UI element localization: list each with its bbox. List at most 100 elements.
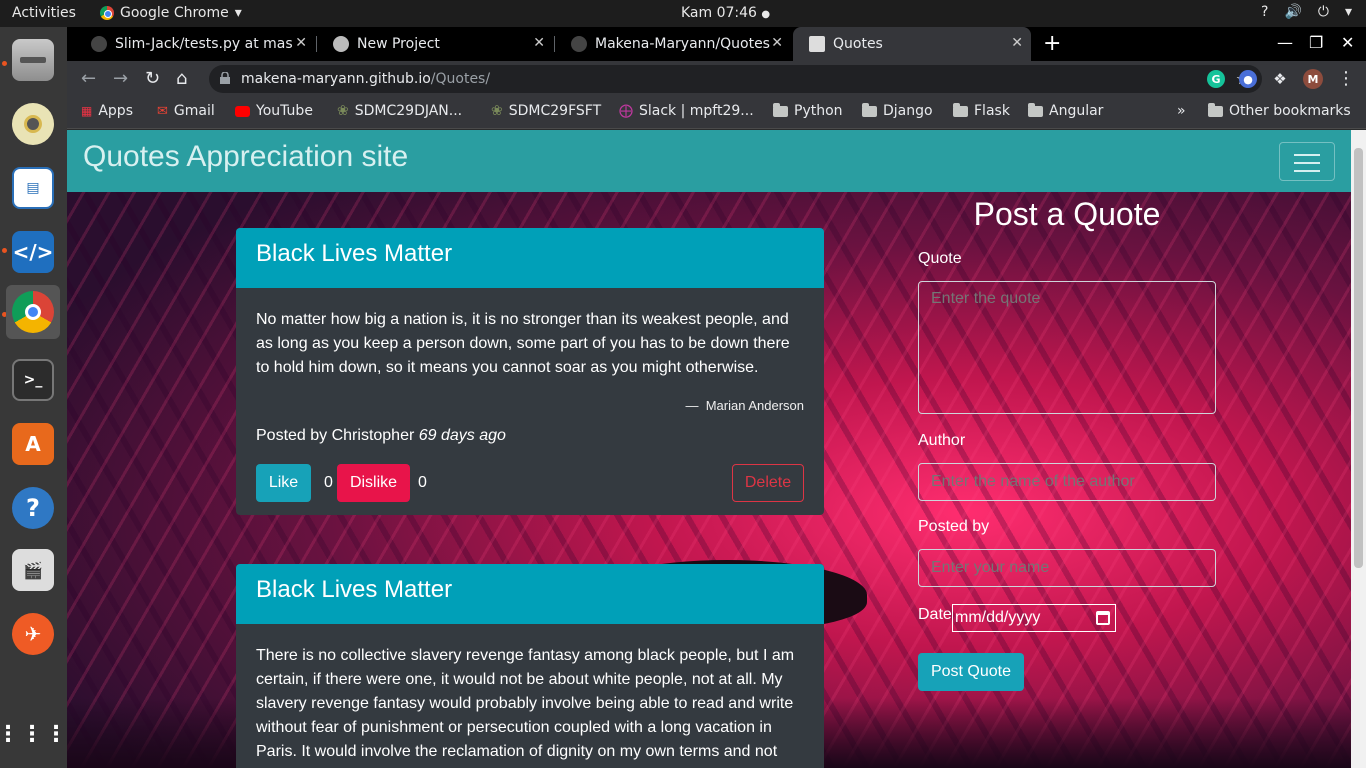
quote-text: No matter how big a nation is, it is no … (256, 311, 790, 376)
scrollbar-thumb[interactable] (1354, 148, 1363, 568)
delete-button[interactable]: Delete (732, 464, 804, 502)
dock-software[interactable]: A (6, 417, 60, 471)
chevron-down-icon: ▾ (234, 5, 242, 21)
author-name: Marian Anderson (705, 398, 804, 413)
volume-icon: 🔊 (1284, 4, 1302, 20)
puzzle-icon[interactable]: ❖ (1271, 70, 1289, 88)
posted-ago: 69 days ago (418, 427, 506, 444)
quote-body: There is no collective slavery revenge f… (236, 624, 824, 768)
page-scrollbar[interactable] (1351, 130, 1366, 768)
tab-title: Slim-Jack/tests.py at mast (115, 36, 293, 52)
site-brand[interactable]: Quotes Appreciation site (83, 140, 408, 174)
quote-meta: Posted by Christopher 69 days ago (256, 424, 804, 448)
bookmark-sdmc29fsft[interactable]: ❀ SDMC29FSFT (491, 103, 601, 119)
bookmark-label: Gmail (173, 103, 215, 119)
address-bar[interactable]: makena-maryann.github.io/Quotes/ ☆ (209, 65, 1262, 93)
tab-new-project[interactable]: New Project ✕ (317, 27, 553, 61)
close-icon[interactable]: ✕ (533, 35, 545, 51)
date-input[interactable]: mm/dd/yyyy (952, 604, 1116, 632)
folder-icon (1028, 102, 1043, 117)
quote-textarea[interactable] (918, 281, 1216, 414)
bookmark-slack[interactable]: ⨁ Slack | mpft29... (619, 103, 754, 119)
dock: ▤ </> >_ A ? 🎬 ✈ ⋮⋮⋮ (0, 27, 67, 768)
bookmarks-overflow-button[interactable]: » (1177, 103, 1186, 119)
bookmark-folder-flask[interactable]: Flask (953, 102, 1010, 119)
tab-title: Makena-Maryann/Quotes (595, 36, 770, 52)
posted-by-input[interactable] (918, 549, 1216, 587)
minimize-button[interactable]: — (1277, 33, 1293, 52)
author-input[interactable] (918, 463, 1216, 501)
youtube-icon (235, 105, 250, 117)
new-tab-button[interactable]: + (1043, 31, 1061, 56)
maximize-button[interactable]: ❐ (1309, 33, 1323, 52)
browser-toolbar: ← → ↻ ⌂ makena-maryann.github.io/Quotes/… (67, 61, 1366, 97)
bookmark-youtube[interactable]: YouTube (235, 103, 313, 119)
bookmark-folder-django[interactable]: Django (862, 102, 933, 119)
clock-text: Kam 07:46 (681, 5, 757, 21)
hamburger-icon (1294, 170, 1320, 172)
dock-vscode[interactable]: </> (6, 225, 60, 279)
tab-makena-quotes[interactable]: Makena-Maryann/Quotes ✕ (555, 27, 791, 61)
back-button[interactable]: ← (81, 68, 96, 89)
posted-by: Posted by Christopher (256, 427, 415, 444)
app-menu[interactable]: Google Chrome ▾ (100, 5, 242, 21)
tab-slim-jack[interactable]: Slim-Jack/tests.py at mast ✕ (75, 27, 315, 61)
bookmark-apps[interactable]: ▦ Apps (81, 103, 133, 119)
bookmark-sdmc29djan[interactable]: ❀ SDMC29DJAN... (337, 103, 462, 119)
apps-grid-icon: ▦ (81, 104, 93, 118)
bookmark-folder-python[interactable]: Python (773, 102, 843, 119)
bookmark-label: Slack | mpft29... (639, 103, 754, 119)
grammarly-icon[interactable]: G (1207, 70, 1225, 88)
dock-chrome[interactable] (6, 285, 60, 339)
dock-terminal[interactable]: >_ (6, 353, 60, 407)
dock-postman[interactable]: ✈ (6, 607, 60, 661)
angular-icon (809, 36, 825, 52)
cite-dash: — (685, 398, 699, 413)
folder-icon (773, 102, 788, 117)
dock-writer[interactable]: ▤ (6, 161, 60, 215)
post-quote-button[interactable]: Post Quote (918, 653, 1024, 691)
folder-icon (1208, 102, 1223, 117)
author-label: Author (918, 432, 966, 449)
clock[interactable]: Kam 07:46 ● (681, 5, 770, 21)
activities-button[interactable]: Activities (12, 5, 76, 21)
navbar-toggle-button[interactable] (1279, 142, 1335, 181)
extension-icon[interactable]: ● (1239, 70, 1257, 88)
like-count: 0 (324, 474, 333, 491)
close-icon[interactable]: ✕ (1011, 35, 1023, 51)
quote-body: No matter how big a nation is, it is no … (236, 288, 824, 515)
bookmark-folder-angular[interactable]: Angular (1028, 102, 1104, 119)
apps-grid-icon: ⋮⋮⋮ (0, 721, 69, 747)
postman-icon: ✈ (12, 613, 54, 655)
system-tray[interactable]: ? 🔊 ⏻ ▾ (1261, 4, 1352, 20)
dock-video-editor[interactable]: 🎬 (6, 543, 60, 597)
app-name: Google Chrome (120, 5, 229, 21)
vscode-icon: </> (12, 231, 54, 273)
profile-avatar[interactable]: M (1303, 69, 1323, 89)
close-window-button[interactable]: ✕ (1341, 33, 1354, 52)
close-icon[interactable]: ✕ (771, 35, 783, 51)
menu-kebab-icon[interactable]: ⋮ (1337, 68, 1355, 89)
clapperboard-icon: 🎬 (12, 549, 54, 591)
lock-icon (220, 72, 230, 84)
quote-label: Quote (918, 250, 962, 267)
home-button[interactable]: ⌂ (176, 68, 187, 89)
like-button[interactable]: Like (256, 464, 311, 502)
dislike-button[interactable]: Dislike (337, 464, 410, 502)
bookmark-label: Angular (1049, 103, 1104, 119)
other-bookmarks[interactable]: Other bookmarks (1208, 102, 1351, 119)
tab-quotes[interactable]: Quotes ✕ (793, 27, 1031, 61)
github-icon (571, 36, 587, 52)
system-top-bar: Activities Google Chrome ▾ Kam 07:46 ● ?… (0, 0, 1366, 27)
calendar-icon[interactable] (1096, 611, 1110, 625)
dock-rhythmbox[interactable] (6, 97, 60, 151)
power-icon: ⏻ (1317, 4, 1329, 20)
show-applications[interactable]: ⋮⋮⋮ (0, 707, 69, 761)
dock-help[interactable]: ? (6, 481, 60, 535)
reload-button[interactable]: ↻ (145, 68, 160, 89)
bookmark-gmail[interactable]: ✉ Gmail (157, 103, 215, 119)
dock-files[interactable] (6, 33, 60, 87)
palm-icon: ❀ (491, 103, 503, 119)
close-icon[interactable]: ✕ (295, 35, 307, 51)
forward-button[interactable]: → (113, 68, 128, 89)
